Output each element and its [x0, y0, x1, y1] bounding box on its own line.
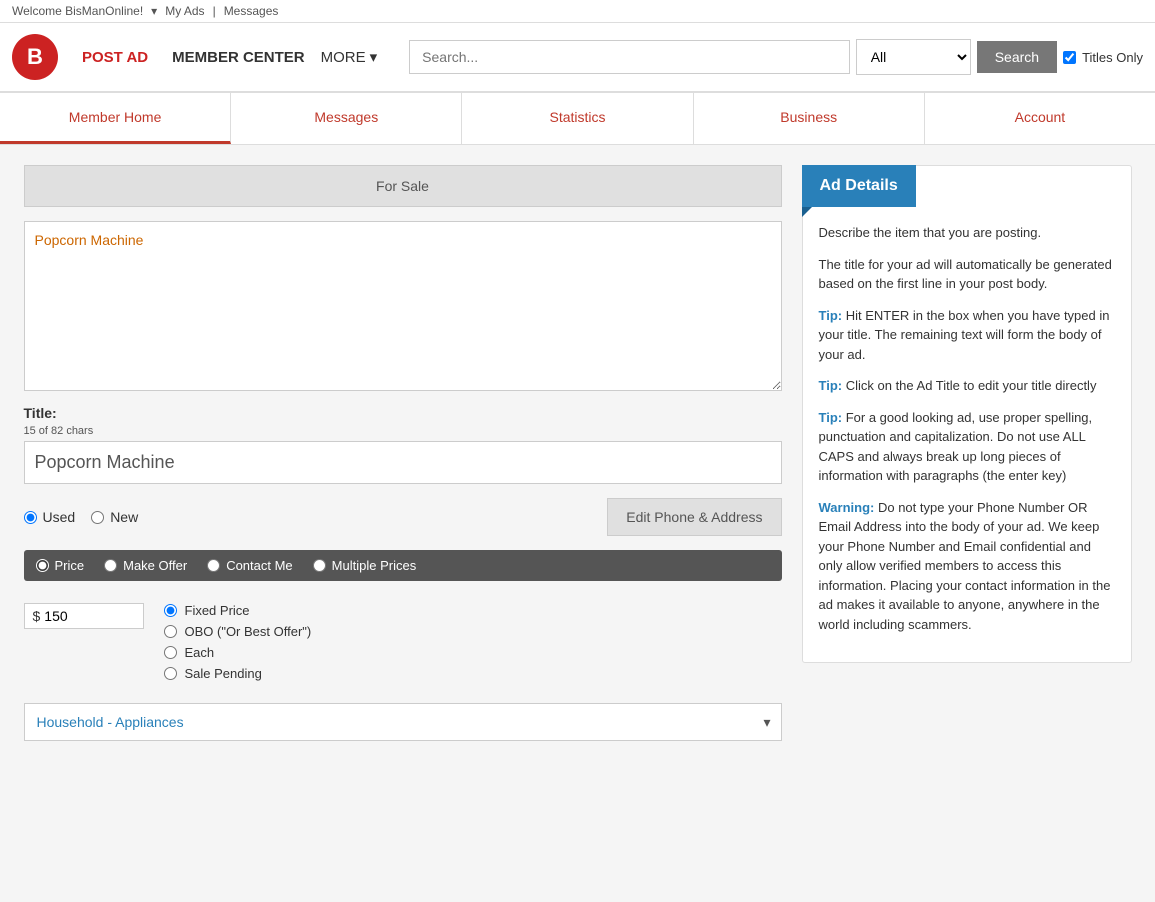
price-obo-label: OBO ("Or Best Offer")	[185, 624, 312, 639]
price-type-contact-me-radio[interactable]	[207, 559, 220, 572]
for-sale-button[interactable]: For Sale	[24, 165, 782, 207]
category-select[interactable]: Household - Appliances Electronics Furni…	[37, 714, 769, 730]
price-each-label: Each	[185, 645, 215, 660]
post-ad-button[interactable]: POST AD	[74, 45, 156, 70]
edit-phone-button[interactable]: Edit Phone & Address	[607, 498, 781, 536]
ad-details-body: Describe the item that you are posting. …	[803, 207, 1131, 662]
ad-details-line2: The title for your ad will automatically…	[819, 255, 1115, 294]
titles-only-checkbox[interactable]	[1063, 51, 1076, 64]
ad-details-line1: Describe the item that you are posting.	[819, 223, 1115, 243]
used-option[interactable]: Used	[24, 509, 76, 525]
left-panel: For Sale Popcorn Machine Title: 15 of 82…	[24, 165, 782, 741]
new-radio[interactable]	[91, 511, 104, 524]
price-obo-radio[interactable]	[164, 625, 177, 638]
price-detail-row: $ Fixed Price OBO ("Or Best Offer") Each	[24, 595, 782, 689]
ad-details-card: Ad Details Describe the item that you ar…	[802, 165, 1132, 663]
header: B POST AD MEMBER CENTER MORE ▾ All For S…	[0, 23, 1155, 93]
price-type-price-radio[interactable]	[36, 559, 49, 572]
price-options: Fixed Price OBO ("Or Best Offer") Each S…	[164, 603, 312, 681]
price-type-multiple-label: Multiple Prices	[332, 558, 417, 573]
used-label: Used	[43, 509, 76, 525]
main-content: For Sale Popcorn Machine Title: 15 of 82…	[8, 145, 1148, 761]
price-type-multiple[interactable]: Multiple Prices	[313, 558, 417, 573]
price-fixed-label: Fixed Price	[185, 603, 250, 618]
price-input[interactable]	[44, 608, 124, 624]
ad-details-tip3: Tip: For a good looking ad, use proper s…	[819, 408, 1115, 486]
my-ads-link[interactable]: My Ads	[165, 4, 204, 18]
search-input[interactable]	[409, 40, 850, 74]
price-sale-pending-label: Sale Pending	[185, 666, 262, 681]
titles-only-wrap: Titles Only	[1063, 50, 1143, 65]
tip3-body: For a good looking ad, use proper spelli…	[819, 410, 1093, 484]
ad-details-tip2: Tip: Click on the Ad Title to edit your …	[819, 376, 1115, 396]
price-dollar-sign: $	[33, 608, 41, 624]
price-type-row: Price Make Offer Contact Me Multiple Pri…	[24, 550, 782, 581]
ad-details-header: Ad Details	[802, 165, 916, 207]
welcome-text: Welcome BisManOnline!	[12, 4, 143, 18]
price-type-make-offer-radio[interactable]	[104, 559, 117, 572]
member-center-link[interactable]: MEMBER CENTER	[172, 49, 305, 66]
price-fixed-radio[interactable]	[164, 604, 177, 617]
category-select-wrap: Household - Appliances Electronics Furni…	[24, 703, 782, 741]
search-button[interactable]: Search	[977, 41, 1057, 73]
price-type-contact-me-label: Contact Me	[226, 558, 292, 573]
price-type-make-offer[interactable]: Make Offer	[104, 558, 187, 573]
dropdown-icon[interactable]: ▾	[151, 4, 157, 18]
price-each[interactable]: Each	[164, 645, 312, 660]
tab-account[interactable]: Account	[925, 93, 1155, 144]
title-label: Title:	[24, 405, 782, 421]
tip2-body: Click on the Ad Title to edit your title…	[846, 378, 1097, 393]
price-type-contact-me[interactable]: Contact Me	[207, 558, 292, 573]
top-bar: Welcome BisManOnline! ▾ My Ads | Message…	[0, 0, 1155, 23]
tip1-body: Hit ENTER in the box when you have typed…	[819, 308, 1110, 362]
price-fixed[interactable]: Fixed Price	[164, 603, 312, 618]
right-panel: Ad Details Describe the item that you ar…	[802, 165, 1132, 741]
tab-messages[interactable]: Messages	[231, 93, 462, 144]
tab-member-home[interactable]: Member Home	[0, 93, 231, 144]
tip2-label: Tip:	[819, 378, 843, 393]
price-type-price[interactable]: Price	[36, 558, 85, 573]
tip3-label: Tip:	[819, 410, 843, 425]
price-sale-pending[interactable]: Sale Pending	[164, 666, 312, 681]
title-input[interactable]	[24, 441, 782, 484]
tab-business[interactable]: Business	[694, 93, 925, 144]
separator: |	[213, 4, 216, 18]
titles-only-label[interactable]: Titles Only	[1082, 50, 1143, 65]
title-chars: 15 of 82 chars	[24, 425, 782, 437]
more-button[interactable]: MORE ▾	[321, 48, 378, 66]
condition-row: Used New Edit Phone & Address	[24, 498, 782, 536]
tab-statistics[interactable]: Statistics	[462, 93, 693, 144]
price-input-wrap: $	[24, 603, 144, 629]
price-type-price-label: Price	[55, 558, 85, 573]
nav-tabs: Member Home Messages Statistics Business…	[0, 93, 1155, 145]
search-category-select[interactable]: All For Sale Jobs Services Real Estate A…	[856, 39, 971, 75]
ad-details-warning: Warning: Do not type your Phone Number O…	[819, 498, 1115, 635]
price-type-make-offer-label: Make Offer	[123, 558, 187, 573]
warning-body: Do not type your Phone Number OR Email A…	[819, 500, 1111, 632]
messages-link[interactable]: Messages	[224, 4, 279, 18]
new-option[interactable]: New	[91, 509, 138, 525]
price-each-radio[interactable]	[164, 646, 177, 659]
price-type-multiple-radio[interactable]	[313, 559, 326, 572]
tip1-label: Tip:	[819, 308, 843, 323]
used-radio[interactable]	[24, 511, 37, 524]
search-area: All For Sale Jobs Services Real Estate A…	[409, 39, 1143, 75]
logo: B	[12, 34, 58, 80]
post-body-textarea[interactable]: Popcorn Machine	[24, 221, 782, 391]
warning-label: Warning:	[819, 500, 875, 515]
price-obo[interactable]: OBO ("Or Best Offer")	[164, 624, 312, 639]
more-chevron-icon: ▾	[370, 48, 378, 66]
condition-options: Used New	[24, 509, 139, 525]
new-label: New	[110, 509, 138, 525]
title-section: Title: 15 of 82 chars	[24, 405, 782, 484]
price-sale-pending-radio[interactable]	[164, 667, 177, 680]
ad-details-tip1: Tip: Hit ENTER in the box when you have …	[819, 306, 1115, 365]
